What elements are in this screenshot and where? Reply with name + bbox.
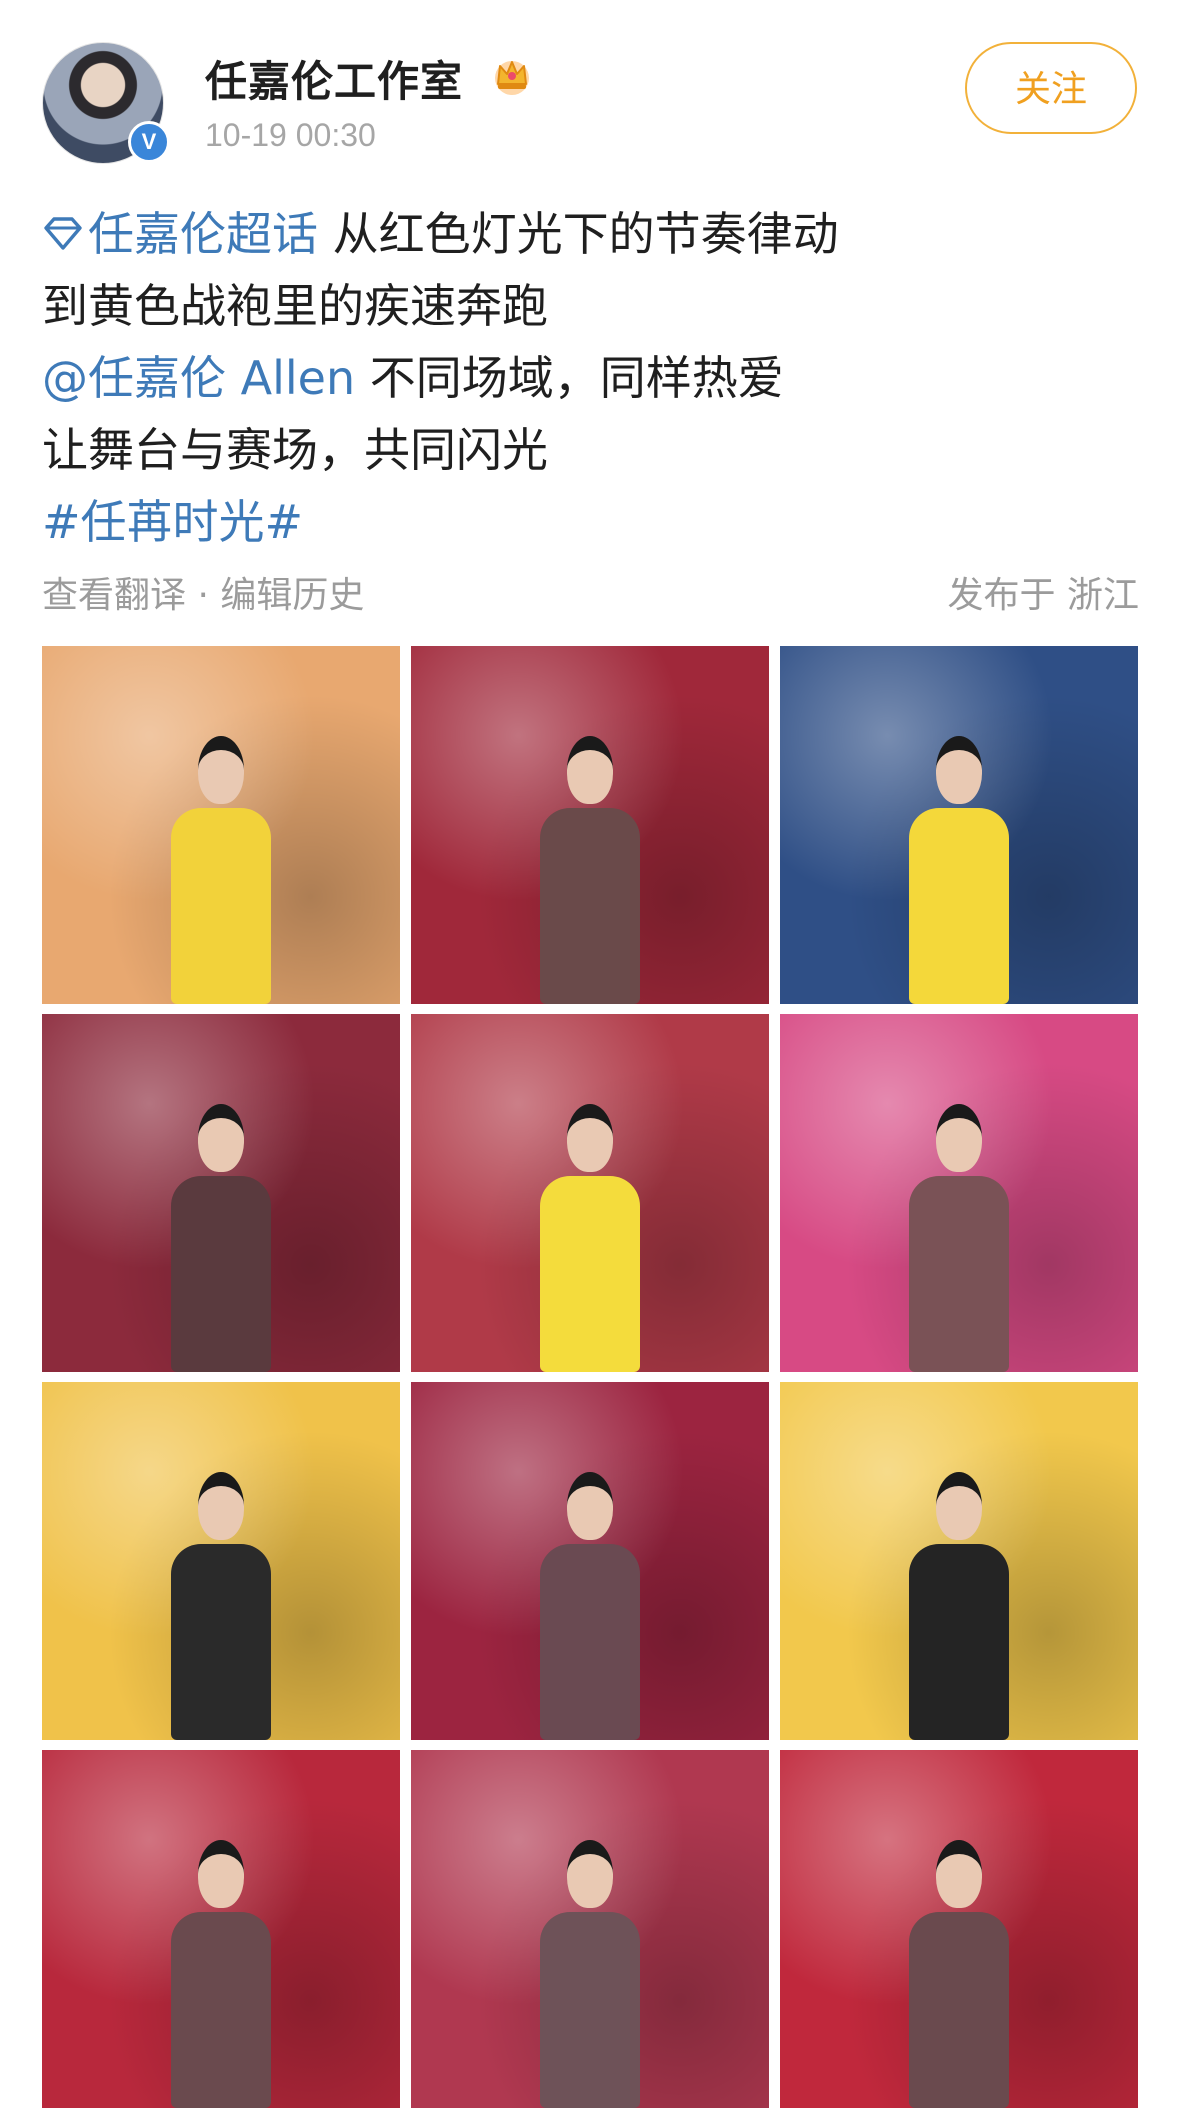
person-figure [161, 734, 281, 1004]
supertopic-link[interactable]: 任嘉伦超话 [42, 207, 318, 261]
crown-icon [495, 61, 529, 95]
post-line-2: 到黄色战袍里的疾速奔跑 [42, 279, 548, 333]
person-outfit [540, 1544, 640, 1740]
photo-thumbnail[interactable] [780, 1750, 1138, 2108]
photo-thumbnail[interactable] [42, 1382, 400, 1740]
person-outfit [171, 1176, 271, 1372]
person-outfit [171, 1912, 271, 2108]
meta-separator: · [186, 575, 221, 616]
person-head [567, 1104, 613, 1172]
mention-link[interactable]: @任嘉伦 Allen [42, 351, 355, 405]
post-timestamp: 10-19 00:30 [205, 117, 376, 153]
person-outfit [171, 808, 271, 1004]
person-head [567, 1472, 613, 1540]
person-head [567, 1840, 613, 1908]
person-head [567, 736, 613, 804]
post-line-1-text: 从红色灯光下的节奏律动 [318, 207, 839, 261]
photo-thumbnail[interactable] [411, 1382, 769, 1740]
person-figure [530, 734, 650, 1004]
person-figure [899, 734, 1019, 1004]
verified-badge-icon: V [128, 121, 170, 163]
supertopic-label: 任嘉伦超话 [88, 207, 318, 261]
photo-thumbnail[interactable] [42, 646, 400, 1004]
person-outfit [540, 1912, 640, 2108]
person-head [198, 736, 244, 804]
photo-thumbnail[interactable] [780, 1382, 1138, 1740]
person-head [198, 1840, 244, 1908]
post-header: V 任嘉伦工作室 10-19 00:30 关注 [0, 0, 1179, 180]
person-head [198, 1104, 244, 1172]
post-body: 任嘉伦超话 从红色灯光下的节奏律动 到黄色战袍里的疾速奔跑 @任嘉伦 Allen… [42, 198, 1142, 558]
person-figure [899, 1838, 1019, 2108]
person-head [936, 1472, 982, 1540]
translate-link[interactable]: 查看翻译 [42, 575, 186, 616]
person-head [936, 1840, 982, 1908]
person-outfit [540, 1176, 640, 1372]
post-line-1: 任嘉伦超话 从红色灯光下的节奏律动 [42, 198, 1142, 270]
photo-thumbnail[interactable] [42, 1750, 400, 2108]
photo-thumbnail[interactable] [780, 1014, 1138, 1372]
person-figure [530, 1102, 650, 1372]
photo-thumbnail[interactable] [411, 1750, 769, 2108]
person-figure [530, 1470, 650, 1740]
post-line-3-text: 不同场域，同样热爱 [355, 351, 784, 405]
person-outfit [909, 1176, 1009, 1372]
person-figure [899, 1470, 1019, 1740]
post-location: 发布于 浙江 [947, 575, 1139, 616]
person-head [936, 736, 982, 804]
person-outfit [909, 1912, 1009, 2108]
person-figure [161, 1102, 281, 1372]
photo-thumbnail[interactable] [42, 1014, 400, 1372]
photo-thumbnail[interactable] [780, 646, 1138, 1004]
follow-button[interactable]: 关注 [965, 42, 1137, 134]
person-figure [161, 1470, 281, 1740]
edit-history-link[interactable]: 编辑历史 [220, 575, 364, 616]
photo-thumbnail[interactable] [411, 1014, 769, 1372]
person-figure [530, 1838, 650, 2108]
person-figure [899, 1102, 1019, 1372]
post-meta: 查看翻译 · 编辑历史 发布于 浙江 [42, 566, 1139, 618]
person-outfit [909, 808, 1009, 1004]
person-head [198, 1472, 244, 1540]
diamond-supertopic-icon [44, 217, 82, 250]
person-outfit [171, 1544, 271, 1740]
post-line-3: @任嘉伦 Allen 不同场域，同样热爱 [42, 342, 1142, 414]
username[interactable]: 任嘉伦工作室 [205, 48, 463, 109]
person-outfit [540, 808, 640, 1004]
person-head [936, 1104, 982, 1172]
person-figure [161, 1838, 281, 2108]
photo-thumbnail[interactable] [411, 646, 769, 1004]
person-outfit [909, 1544, 1009, 1740]
post-line-4: 让舞台与赛场，共同闪光 [42, 423, 548, 477]
hashtag-link[interactable]: #任苒时光# [42, 486, 1142, 558]
